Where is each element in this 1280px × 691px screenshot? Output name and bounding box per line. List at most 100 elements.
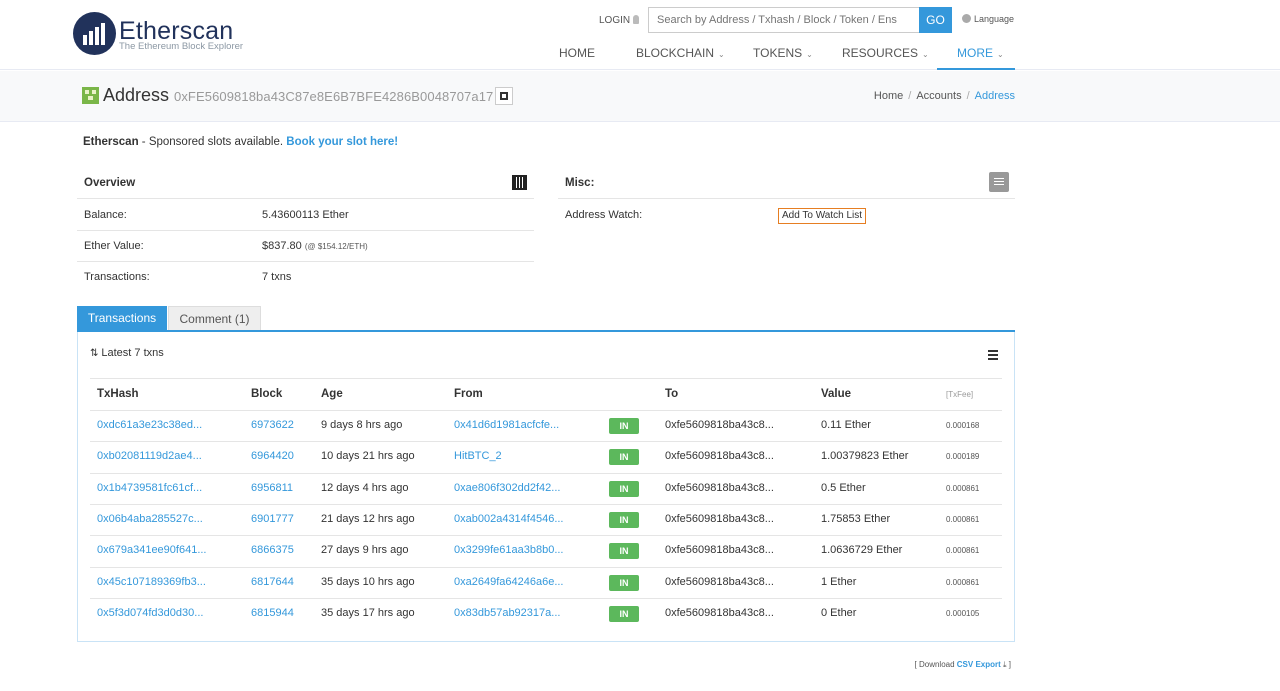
tx-hash-link[interactable]: 0xb02081119d2ae4... <box>97 450 202 462</box>
col-from: From <box>454 388 483 400</box>
logo-mark-icon <box>73 12 116 55</box>
block-link[interactable]: 6956811 <box>251 482 293 494</box>
tab-comment[interactable]: Comment (1) <box>168 306 261 331</box>
tx-value: 1.0636729 Ether <box>821 544 903 557</box>
more-options-icon[interactable] <box>989 172 1009 192</box>
brand-tagline: The Ethereum Block Explorer <box>119 41 244 52</box>
transactions-count: 7 txns <box>262 271 292 283</box>
col-age: Age <box>321 388 343 400</box>
tx-fee: 0.000105 <box>946 608 980 618</box>
copy-icon <box>500 92 508 100</box>
from-address-link[interactable]: HitBTC_2 <box>454 450 502 462</box>
latest-txns-heading: ⇅ Latest 7 txns <box>90 347 164 359</box>
language-selector[interactable]: Language <box>962 14 1014 24</box>
address-watch-label: Address Watch: <box>565 209 643 221</box>
tx-value: 0 Ether <box>821 606 857 619</box>
tx-age: 10 days 21 hrs ago <box>321 450 415 463</box>
block-link[interactable]: 6815944 <box>251 607 294 619</box>
sponsored-banner: Etherscan - Sponsored slots available. B… <box>83 136 399 148</box>
chevron-down-icon: ⌄ <box>997 50 1004 59</box>
search-go-button[interactable]: GO <box>919 7 952 33</box>
breadcrumb-home[interactable]: Home <box>874 90 903 102</box>
sort-icon: ⇅ <box>90 348 99 359</box>
direction-in-badge: IN <box>609 418 639 434</box>
tx-fee: 0.000861 <box>946 483 980 493</box>
breadcrumb-address[interactable]: Address <box>975 90 1015 102</box>
col-txhash: TxHash <box>97 388 139 400</box>
direction-in-badge: IN <box>609 449 639 466</box>
tx-fee: 0.000189 <box>946 452 980 462</box>
nav-more[interactable]: MORE ⌄ <box>957 46 1004 60</box>
tx-age: 12 days 4 hrs ago <box>321 481 409 494</box>
col-to: To <box>665 388 679 400</box>
page-title: Address <box>103 85 170 105</box>
direction-in-badge: IN <box>609 543 639 560</box>
breadcrumb-accounts[interactable]: Accounts <box>916 90 961 102</box>
col-block: Block <box>251 388 283 400</box>
ether-value-label: Ether Value: <box>84 240 144 252</box>
block-link[interactable]: 6964420 <box>251 450 294 462</box>
from-address-link[interactable]: 0x41d6d1981acfcfe... <box>454 419 559 431</box>
tx-hash-link[interactable]: 0x45c107189369fb3... <box>97 576 206 588</box>
nav-active-indicator <box>937 68 1015 70</box>
chevron-down-icon: ⌄ <box>922 50 929 59</box>
tx-fee: 0.000861 <box>946 546 980 556</box>
nav-home[interactable]: HOME <box>559 46 595 60</box>
page-title-bar: Address 0xFE5609818ba43C87e8E6B7BFE4286B… <box>0 71 1280 122</box>
direction-in-badge: IN <box>609 605 639 622</box>
breadcrumb: Home / Accounts / Address <box>873 90 1015 102</box>
add-to-watch-list-button[interactable]: Add To Watch List <box>778 208 867 224</box>
ether-rate: (@ $154.12/ETH) <box>304 242 368 251</box>
top-header: Etherscan The Ethereum Block Explorer LO… <box>0 0 1280 70</box>
transactions-label: Transactions: <box>84 271 150 283</box>
etherscan-logo[interactable]: Etherscan The Ethereum Block Explorer <box>73 12 253 58</box>
copy-address-button[interactable] <box>495 87 513 105</box>
from-address-link[interactable]: 0xab002a4314f4546... <box>454 513 564 525</box>
balance-label: Balance: <box>84 209 127 221</box>
from-address-link[interactable]: 0x3299fe61aa3b8b0... <box>454 544 564 556</box>
tx-hash-link[interactable]: 0x1b4739581fc61cf... <box>97 482 202 494</box>
user-icon <box>633 15 640 24</box>
block-link[interactable]: 6817644 <box>251 576 294 588</box>
tx-value: 1.75853 Ether <box>821 512 891 525</box>
csv-download: [ Download CSV Export ⤓ ] <box>914 660 1011 669</box>
search-input[interactable] <box>648 7 920 33</box>
tab-transactions[interactable]: Transactions <box>77 306 167 331</box>
direction-in-badge: IN <box>609 574 639 591</box>
menu-icon[interactable] <box>988 350 998 360</box>
nav-resources[interactable]: RESOURCES ⌄ <box>842 46 929 60</box>
tx-value: 0.11 Ether <box>821 419 871 431</box>
nav-blockchain[interactable]: BLOCKCHAIN ⌄ <box>636 46 725 60</box>
qr-code-icon[interactable] <box>512 175 527 190</box>
tx-hash-link[interactable]: 0xdc61a3e23c38ed... <box>97 419 202 431</box>
chevron-down-icon: ⌄ <box>806 50 813 59</box>
to-address: 0xfe5609818ba43c8... <box>665 606 774 619</box>
block-link[interactable]: 6901777 <box>251 513 294 525</box>
csv-export-link[interactable]: CSV Export <box>957 660 1001 669</box>
to-address: 0xfe5609818ba43c8... <box>665 575 774 588</box>
nav-tokens[interactable]: TOKENS ⌄ <box>753 46 813 60</box>
book-slot-link[interactable]: Book your slot here! <box>286 136 398 148</box>
tx-hash-link[interactable]: 0x5f3d074fd3d0d30... <box>97 607 203 619</box>
tx-age: 21 days 12 hrs ago <box>321 512 415 525</box>
to-address: 0xfe5609818ba43c8... <box>665 419 774 431</box>
tx-age: 27 days 9 hrs ago <box>321 544 409 557</box>
to-address: 0xfe5609818ba43c8... <box>665 512 774 525</box>
tx-age: 9 days 8 hrs ago <box>321 419 403 431</box>
block-link[interactable]: 6973622 <box>251 419 294 431</box>
from-address-link[interactable]: 0xa2649fa64246a6e... <box>454 576 564 588</box>
block-link[interactable]: 6866375 <box>251 544 294 556</box>
tx-hash-link[interactable]: 0x679a341ee90f641... <box>97 544 207 556</box>
from-address-link[interactable]: 0x83db57ab92317a... <box>454 607 560 619</box>
tx-fee: 0.000168 <box>946 421 980 430</box>
globe-icon <box>962 14 971 23</box>
login-link[interactable]: LOGIN <box>599 15 640 26</box>
ether-value: $837.80 (@ $154.12/ETH) <box>262 240 368 252</box>
from-address-link[interactable]: 0xae806f302dd2f42... <box>454 482 560 494</box>
direction-in-badge: IN <box>609 511 639 528</box>
address-hash: 0xFE5609818ba43C87e8E6B7BFE4286B0048707a… <box>174 89 494 104</box>
misc-title: Misc: <box>565 177 595 189</box>
tx-age: 35 days 17 hrs ago <box>321 606 415 619</box>
tx-hash-link[interactable]: 0x06b4aba285527c... <box>97 513 203 525</box>
to-address: 0xfe5609818ba43c8... <box>665 544 774 557</box>
